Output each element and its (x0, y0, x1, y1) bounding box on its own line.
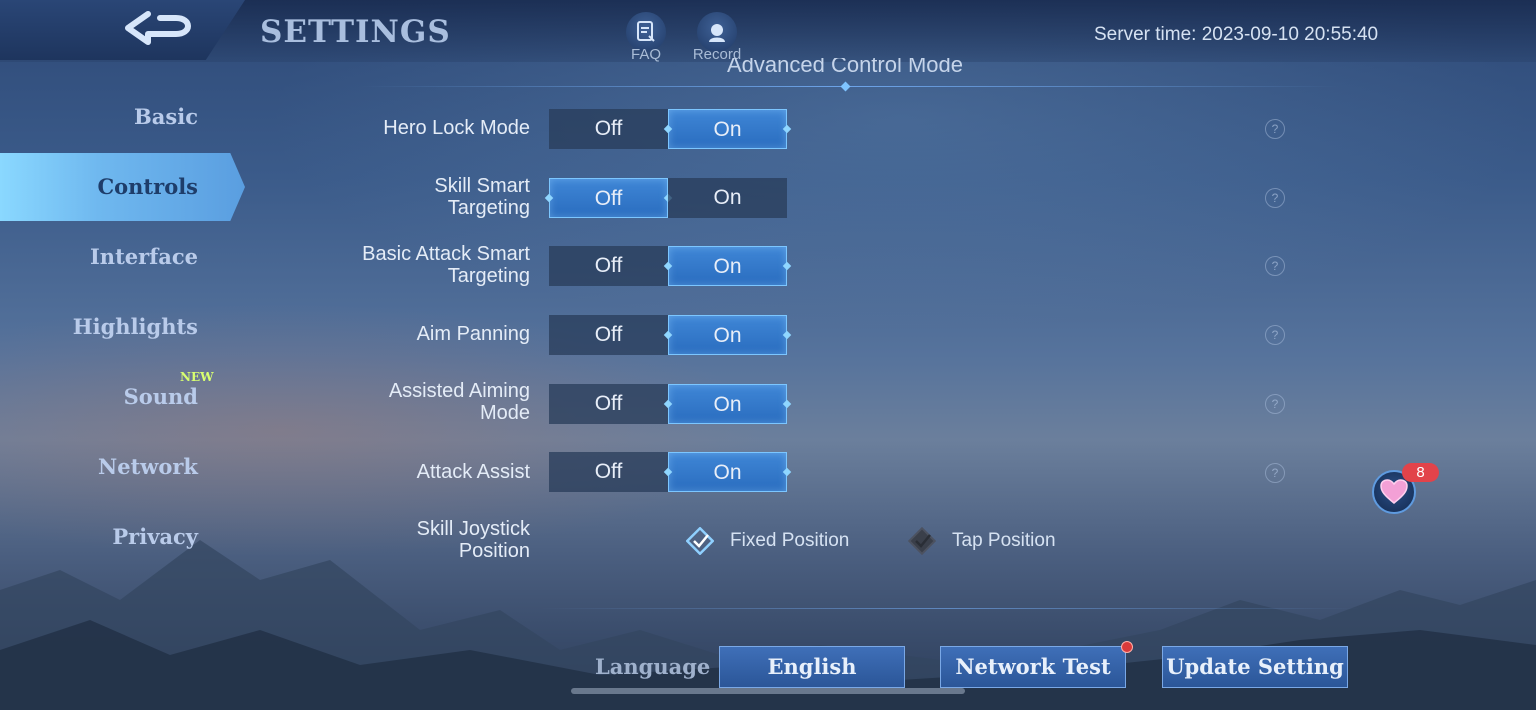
unchecked-diamond-icon (907, 526, 937, 556)
back-arrow-icon (125, 11, 191, 45)
faq-button[interactable]: FAQ (621, 12, 671, 63)
new-badge: NEW (180, 370, 214, 384)
heart-icon (1380, 479, 1408, 504)
notification-dot (1121, 641, 1133, 653)
hero-lock-mode-toggle: Off On (549, 109, 787, 149)
section-title: Advanced Control Mode (726, 58, 964, 77)
aim-panning-on[interactable]: On (668, 315, 787, 355)
sidebar-item-privacy[interactable]: Privacy (112, 517, 198, 557)
hero-lock-mode-on[interactable]: On (668, 109, 787, 149)
help-icon[interactable]: ? (1265, 325, 1285, 345)
skill-smart-targeting-on[interactable]: On (668, 178, 787, 218)
basic-attack-smart-targeting-on[interactable]: On (668, 246, 787, 286)
sidebar-item-highlights[interactable]: Highlights (73, 307, 198, 347)
server-time: Server time: 2023-09-10 20:55:40 (1094, 24, 1379, 45)
record-button[interactable]: Record (692, 12, 742, 63)
assisted-aiming-mode-off[interactable]: Off (549, 384, 668, 424)
assisted-aiming-mode-label: Assisted Aiming Mode (388, 380, 530, 424)
sidebar-item-basic[interactable]: Basic (134, 97, 198, 137)
footer-divider (540, 608, 1360, 609)
skill-joystick-position-label: Skill Joystick Position (416, 518, 530, 562)
fixed-position-label: Fixed Position (730, 530, 850, 551)
language-select[interactable]: English (719, 646, 905, 688)
tap-position-label: Tap Position (952, 530, 1056, 551)
help-icon[interactable]: ? (1265, 188, 1285, 208)
skill-smart-targeting-toggle: Off On (549, 178, 787, 218)
back-button[interactable] (0, 0, 245, 60)
faq-label: FAQ (630, 46, 661, 63)
help-icon[interactable]: ? (1265, 119, 1285, 139)
help-icon[interactable]: ? (1265, 394, 1285, 414)
assisted-aiming-mode-toggle: Off On (549, 384, 787, 424)
checked-diamond-icon (685, 526, 715, 556)
horizontal-scrollbar[interactable] (571, 688, 965, 694)
sidebar-item-controls[interactable]: Controls (0, 153, 245, 221)
basic-attack-smart-targeting-toggle: Off On (549, 246, 787, 286)
sidebar-item-controls-label: Controls (97, 174, 198, 199)
page-title: SETTINGS (260, 14, 451, 50)
sidebar-item-interface[interactable]: Interface (90, 237, 198, 277)
help-icon[interactable]: ? (1265, 256, 1285, 276)
basic-attack-smart-targeting-off[interactable]: Off (549, 246, 668, 286)
aim-panning-off[interactable]: Off (549, 315, 668, 355)
language-label: Language (595, 654, 711, 679)
skill-smart-targeting-label: Skill Smart Targeting (434, 175, 530, 219)
attack-assist-label: Attack Assist (416, 461, 530, 483)
skill-smart-targeting-off[interactable]: Off (549, 178, 668, 218)
hero-lock-mode-off[interactable]: Off (549, 109, 668, 149)
attack-assist-off[interactable]: Off (549, 452, 668, 492)
attack-assist-on[interactable]: On (668, 452, 787, 492)
network-test-button[interactable]: Network Test (940, 646, 1126, 688)
tap-position-option[interactable]: Tap Position (907, 524, 1056, 558)
aim-panning-label: Aim Panning (416, 323, 530, 345)
attack-assist-toggle: Off On (549, 452, 787, 492)
aim-panning-toggle: Off On (549, 315, 787, 355)
assisted-aiming-mode-on[interactable]: On (668, 384, 787, 424)
hero-lock-mode-label: Hero Lock Mode (383, 117, 530, 139)
update-setting-button[interactable]: Update Setting (1162, 646, 1348, 688)
heart-count-badge: 8 (1402, 463, 1439, 482)
sidebar-item-network[interactable]: Network (98, 447, 198, 487)
basic-attack-smart-targeting-label: Basic Attack Smart Targeting (362, 243, 530, 287)
fixed-position-option[interactable]: Fixed Position (685, 524, 850, 558)
help-icon[interactable]: ? (1265, 463, 1285, 483)
section-divider-ornament (840, 81, 851, 92)
